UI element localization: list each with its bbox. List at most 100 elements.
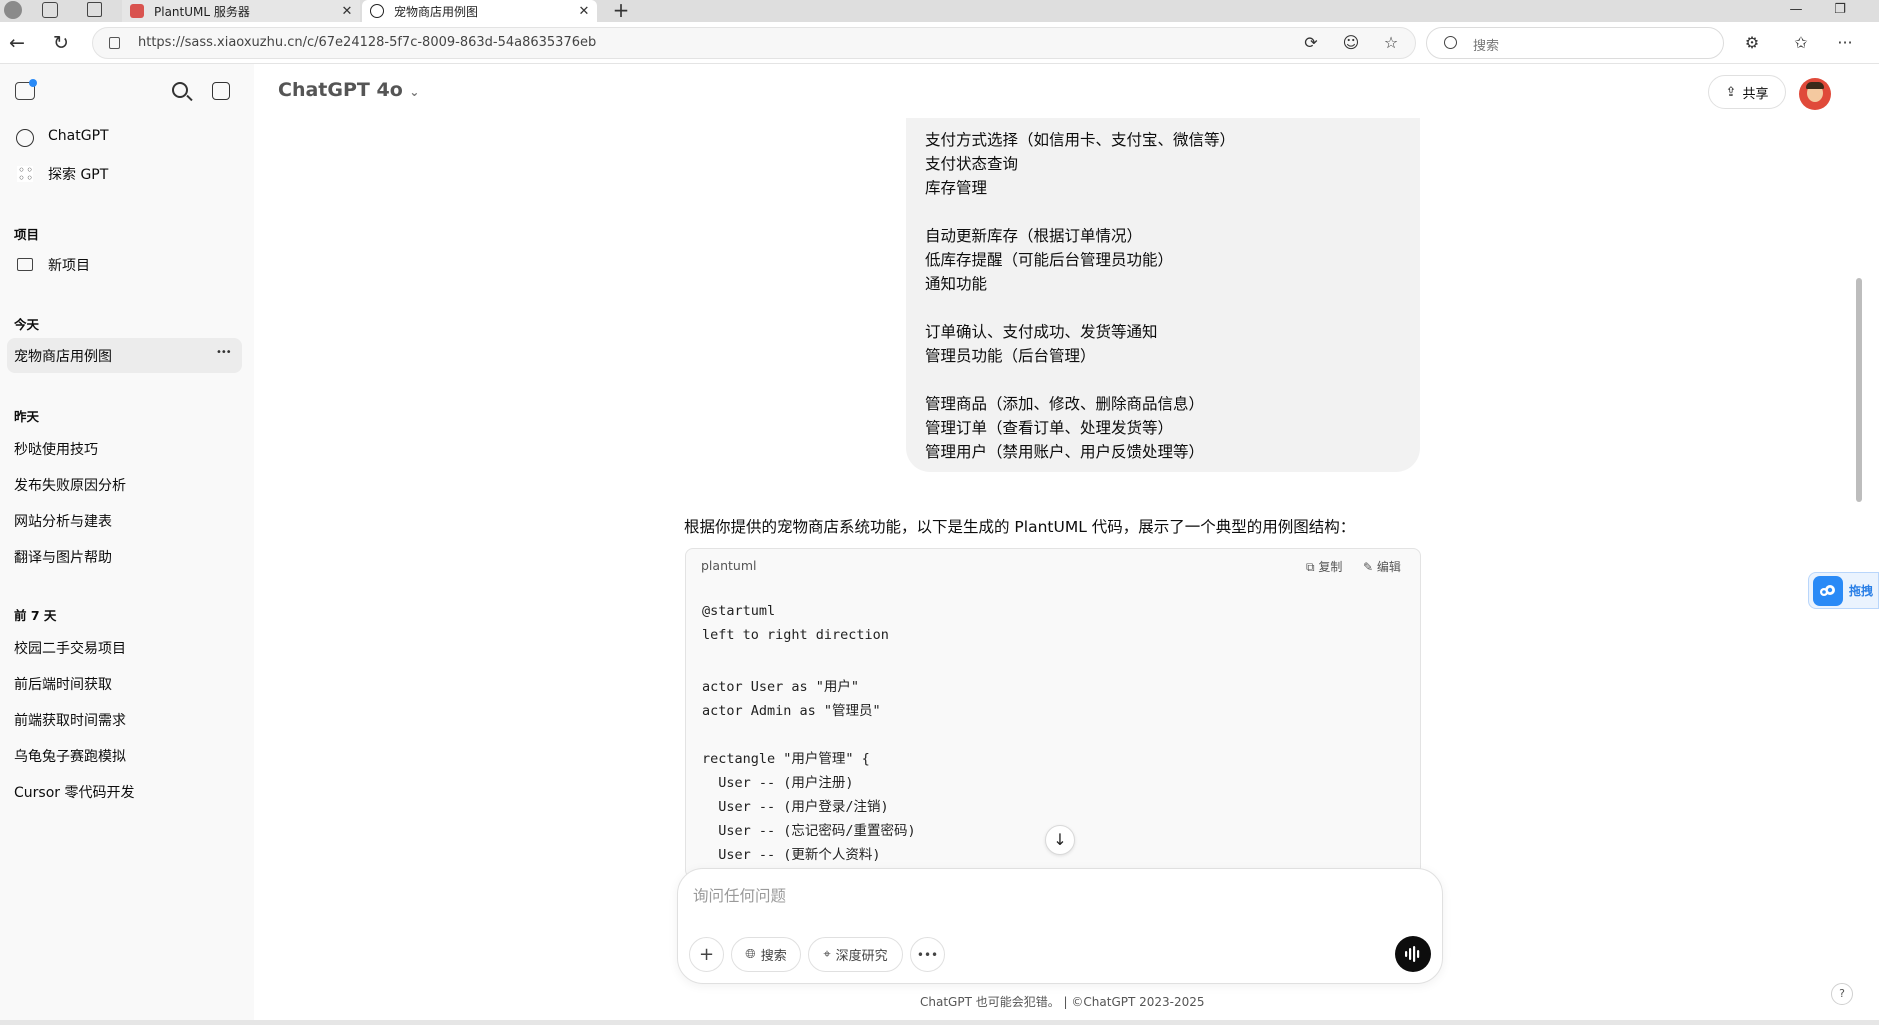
- tab-pet-store[interactable]: 宠物商店用例图 ✕: [362, 0, 597, 22]
- more-tools-button[interactable]: •••: [910, 937, 945, 972]
- copy-icon: ⧉: [1306, 560, 1315, 574]
- code-line: actor User as "用户": [702, 679, 860, 695]
- share-label: 共享: [1742, 86, 1769, 102]
- message-line: 管理员功能（后台管理）: [925, 347, 1096, 365]
- deep-research-label: 深度研究: [835, 949, 888, 964]
- message-line: 管理订单（查看订单、处理发货等）: [925, 419, 1174, 437]
- message-line: 库存管理: [925, 179, 988, 197]
- new-chat-icon[interactable]: [212, 82, 230, 100]
- window-bottom-edge: [0, 1020, 1879, 1025]
- message-line: 自动更新库存（根据订单情况）: [925, 227, 1143, 245]
- disclaimer-text: ChatGPT 也可能会犯错。 | ©ChatGPT 2023-2025: [920, 995, 1205, 1009]
- sidebar-heading-today: 今天: [14, 317, 40, 332]
- code-language-label: plantuml: [701, 558, 757, 573]
- chat-item-pet-store[interactable]: 宠物商店用例图: [14, 346, 112, 366]
- code-line: User -- (用户注册): [702, 775, 854, 791]
- reload-button[interactable]: ↻: [48, 30, 74, 56]
- folder-plus-icon: [17, 258, 33, 271]
- chat-item[interactable]: 网站分析与建表: [14, 511, 112, 531]
- telescope-icon: ⌖: [823, 947, 831, 962]
- message-line: 支付状态查询: [925, 155, 1019, 173]
- tab-plantuml[interactable]: PlantUML 服务器 ✕: [122, 0, 360, 22]
- tab-title: 宠物商店用例图: [394, 4, 479, 19]
- drag-widget[interactable]: 拖拽: [1808, 572, 1879, 609]
- help-button[interactable]: ?: [1831, 983, 1853, 1005]
- favorites-icon[interactable]: ✩: [1788, 30, 1814, 56]
- extensions-icon[interactable]: ⚙: [1739, 30, 1765, 56]
- chat-item[interactable]: Cursor 零代码开发: [14, 782, 134, 802]
- share-button[interactable]: ⇪ 共享: [1708, 75, 1786, 109]
- code-line: actor Admin as "管理员": [702, 703, 881, 719]
- model-name: ChatGPT 4o: [278, 79, 403, 101]
- sidebar-heading-yesterday: 昨天: [14, 409, 40, 424]
- code-line: User -- (忘记密码/重置密码): [702, 823, 916, 839]
- attach-button[interactable]: +: [689, 937, 724, 972]
- favorite-star-icon[interactable]: ☆: [1378, 30, 1404, 56]
- message-line: 管理商品（添加、修改、删除商品信息）: [925, 395, 1205, 413]
- page-scrollbar[interactable]: [1854, 64, 1865, 874]
- chat-item[interactable]: 秒哒使用技巧: [14, 439, 98, 459]
- search-toggle-button[interactable]: 🌐︎ 搜索: [731, 937, 801, 972]
- new-tab-button[interactable]: +: [608, 0, 634, 22]
- tab-title: PlantUML 服务器: [154, 4, 250, 19]
- browser-search-box[interactable]: [1426, 27, 1724, 59]
- workspaces-icon[interactable]: [42, 2, 58, 18]
- chatgpt-favicon-icon: [370, 4, 384, 18]
- copy-label: 复制: [1318, 560, 1343, 574]
- chat-item[interactable]: 乌龟兔子赛跑模拟: [14, 746, 126, 766]
- message-line: 支付方式选择（如信用卡、支付宝、微信等）: [925, 131, 1236, 149]
- search-icon: [1444, 36, 1457, 49]
- chat-item[interactable]: 翻译与图片帮助: [14, 547, 112, 567]
- sidebar-item-new-project[interactable]: 新项目: [48, 255, 90, 275]
- model-selector[interactable]: ChatGPT 4o ⌄: [278, 79, 419, 101]
- code-line: User -- (用户登录/注销): [702, 799, 889, 815]
- sidebar: [0, 64, 254, 1020]
- grid-icon-dots: ◦◦ ◦◦: [18, 163, 35, 185]
- chat-item[interactable]: 前后端时间获取: [14, 674, 112, 694]
- back-button[interactable]: ←: [4, 30, 30, 56]
- code-line: rectangle "用户管理" {: [702, 751, 870, 767]
- deep-research-button[interactable]: ⌖ 深度研究: [808, 937, 903, 972]
- chat-item[interactable]: 发布失败原因分析: [14, 475, 126, 495]
- chat-options-icon[interactable]: •••: [216, 347, 232, 358]
- url-text[interactable]: https://sass.xiaoxuzhu.cn/c/67e24128-5f7…: [138, 35, 596, 50]
- code-line: User -- (更新个人资料): [702, 847, 881, 863]
- assistant-intro-text: 根据你提供的宠物商店系统功能，以下是生成的 PlantUML 代码，展示了一个典…: [684, 518, 1356, 536]
- scroll-to-bottom-button[interactable]: ↓: [1045, 825, 1075, 855]
- code-line: @startuml: [702, 603, 776, 619]
- sidebar-item-explore-gpt[interactable]: 探索 GPT: [48, 164, 108, 184]
- minimize-button[interactable]: —: [1776, 0, 1816, 22]
- profile-icon[interactable]: [4, 1, 22, 19]
- edit-code-button[interactable]: ✎ 编辑: [1363, 558, 1401, 575]
- chat-item[interactable]: 前端获取时间需求: [14, 710, 126, 730]
- search-toggle-label: 搜索: [760, 949, 787, 964]
- restore-button[interactable]: ❐: [1820, 0, 1860, 22]
- chat-item[interactable]: 校园二手交易项目: [14, 638, 126, 658]
- sidebar-item-chatgpt[interactable]: ChatGPT: [48, 128, 109, 144]
- close-icon[interactable]: ✕: [334, 4, 360, 19]
- message-line: 低库存提醒（可能后台管理员功能）: [925, 251, 1174, 269]
- lock-icon: [109, 37, 120, 49]
- cloud-icon: [1813, 575, 1843, 606]
- browser-search-placeholder: 搜索: [1473, 39, 1500, 54]
- composer-placeholder[interactable]: 询问任何问题: [693, 884, 786, 906]
- openai-logo-icon: [16, 129, 34, 147]
- message-line: 订单确认、支付成功、发货等通知: [925, 323, 1158, 341]
- translate-icon[interactable]: ⟳: [1298, 30, 1324, 56]
- more-options-icon[interactable]: ···: [1832, 30, 1858, 56]
- avatar[interactable]: [1799, 78, 1831, 110]
- upload-icon: ⇪: [1725, 84, 1737, 100]
- code-line: left to right direction: [702, 627, 889, 643]
- message-line: 管理用户（禁用账户、用户反馈处理等）: [925, 443, 1205, 461]
- globe-icon: 🌐︎: [745, 947, 756, 962]
- voice-mode-button[interactable]: [1395, 936, 1431, 972]
- copy-code-button[interactable]: ⧉ 复制: [1306, 558, 1342, 575]
- message-line: 通知功能: [925, 275, 988, 293]
- close-icon[interactable]: ✕: [571, 4, 597, 19]
- waveform-icon: [1405, 946, 1420, 962]
- edit-label: 编辑: [1376, 560, 1401, 574]
- vertical-tabs-icon[interactable]: [87, 2, 102, 17]
- sidebar-heading-last-7-days: 前 7 天: [14, 608, 57, 623]
- reader-icon[interactable]: ☺: [1338, 30, 1364, 56]
- plantuml-favicon-icon: [130, 4, 144, 18]
